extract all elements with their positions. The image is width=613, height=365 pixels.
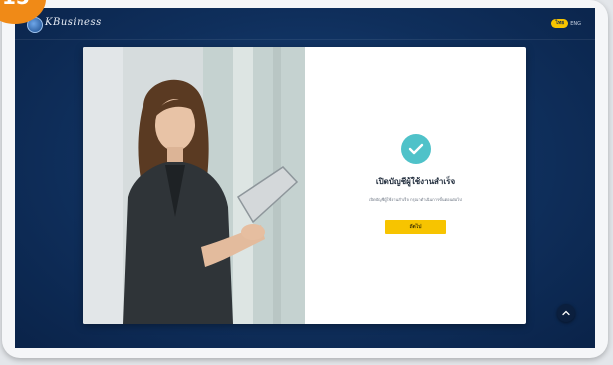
chevron-up-icon [562,310,570,316]
lang-thai-option[interactable]: ไทย [551,19,569,28]
scroll-to-top-button[interactable] [557,304,575,322]
success-panel: เปิดบัญชีผู้ใช้งานสำเร็จ เปิดบัญชีผู้ใช้… [305,47,526,324]
success-title: เปิดบัญชีผู้ใช้งานสำเร็จ [375,177,456,186]
next-button[interactable]: ถัดไป [385,220,446,234]
success-card: เปิดบัญชีผู้ใช้งานสำเร็จ เปิดบัญชีผู้ใช้… [83,47,526,324]
top-bar: KBusiness ไทย ENG [15,8,595,38]
check-circle-icon [401,134,431,164]
logo-text: KBusiness [45,17,102,28]
lang-english-option[interactable]: ENG [570,21,581,27]
step-number: 15 [2,0,30,9]
success-description: เปิดบัญชีผู้ใช้งานสำเร็จ กรุณาดำเนินการข… [369,197,462,202]
language-switch[interactable]: ไทย ENG [551,19,581,28]
app-screen: KBusiness ไทย ENG เปิดบัญชีผู้ใช้งานสำเร… [15,8,595,348]
hero-photo [83,47,305,324]
header-divider [15,39,595,40]
device-frame: KBusiness ไทย ENG เปิดบัญชีผู้ใช้งานสำเร… [2,0,608,358]
